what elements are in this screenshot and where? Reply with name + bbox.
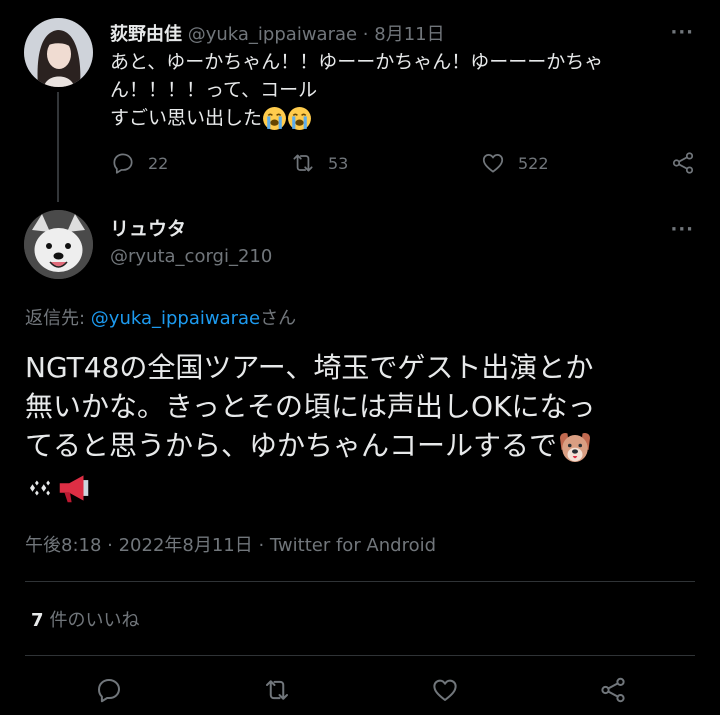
heart-icon xyxy=(482,154,504,173)
tweet-text-line: てると思うから、ゆかちゃんコールするで xyxy=(25,429,558,462)
tweet-text-line: 無いかな。きっとその頃には声出しOKになっ xyxy=(25,390,596,423)
reply-handle-link[interactable]: @yuka_ippaiwarae xyxy=(91,308,260,329)
share-icon xyxy=(672,152,694,174)
author-handle[interactable]: @ryuta_corgi_210 xyxy=(110,246,272,267)
tweet-date[interactable]: 8月11日 xyxy=(374,24,444,45)
heart-icon[interactable] xyxy=(430,675,460,705)
tweet-text: あと、ゆーかちゃん！！ゆーーかちゃん！ゆーーーかちゃ ん！！！！って、コール す… xyxy=(110,48,670,132)
like-button[interactable]: 522 xyxy=(480,150,549,176)
more-options-icon[interactable]: ··· xyxy=(670,22,694,43)
tweet-text-line: あと、ゆーかちゃん！！ゆーーかちゃん！ゆーーーかちゃ xyxy=(110,51,604,73)
tweet-actions: 22 53 522 xyxy=(110,150,700,180)
thread-line xyxy=(57,92,59,202)
author-name[interactable]: リュウタ xyxy=(110,214,186,241)
share-button[interactable] xyxy=(670,150,708,176)
divider xyxy=(25,581,695,582)
retweet-icon xyxy=(293,154,313,172)
tweet-timestamp[interactable]: 午後8:18 · 2022年8月11日 · Twitter for Androi… xyxy=(25,531,436,557)
likes-summary[interactable]: 7 件のいいね xyxy=(31,606,140,632)
tweet-text: NGT48の全国ツアー、埼玉でゲスト出演とか 無いかな。きっとその頃には声出しO… xyxy=(25,348,705,507)
dog-face-icon xyxy=(560,432,591,462)
likes-label: 件のいいね xyxy=(49,610,140,631)
avatar[interactable] xyxy=(24,210,93,279)
reply-icon[interactable] xyxy=(94,675,124,705)
like-count: 522 xyxy=(518,153,549,173)
avatar[interactable] xyxy=(24,18,93,87)
more-options-icon[interactable]: ··· xyxy=(670,219,694,240)
likes-count: 7 xyxy=(31,610,44,631)
megaphone-icon xyxy=(59,475,89,503)
loudly-crying-face-icon xyxy=(288,107,311,130)
sparkles-icon xyxy=(30,480,50,496)
meta-separator: · xyxy=(357,24,375,45)
divider xyxy=(25,655,695,656)
reply-prefix: 返信先: xyxy=(25,308,91,329)
retweet-icon[interactable] xyxy=(262,675,292,705)
reply-icon xyxy=(113,153,133,174)
retweet-count: 53 xyxy=(328,153,349,173)
tweet-text-line: NGT48の全国ツアー、埼玉でゲスト出演とか xyxy=(25,351,594,384)
reply-to-line: 返信先: @yuka_ippaiwaraeさん xyxy=(25,304,296,330)
tweet-actions xyxy=(0,672,720,708)
retweet-button[interactable]: 53 xyxy=(290,150,348,176)
author-handle[interactable]: @yuka_ippaiwarae xyxy=(188,24,357,45)
loudly-crying-face-icon xyxy=(263,107,286,130)
tweet-text-line: すごい思い出した xyxy=(110,107,263,129)
share-icon[interactable] xyxy=(598,675,628,705)
parent-tweet[interactable]: 荻野由佳 @yuka_ippaiwarae · 8月11日 ··· あと、ゆーか… xyxy=(0,0,720,205)
tweet-text-line: ん！！！！って、コール xyxy=(110,79,318,101)
reply-count: 22 xyxy=(148,153,169,173)
author-name[interactable]: 荻野由佳 xyxy=(110,24,182,45)
reply-button[interactable]: 22 xyxy=(110,150,168,176)
tweet-header: 荻野由佳 @yuka_ippaiwarae · 8月11日 xyxy=(110,20,445,46)
reply-suffix: さん xyxy=(260,308,297,329)
